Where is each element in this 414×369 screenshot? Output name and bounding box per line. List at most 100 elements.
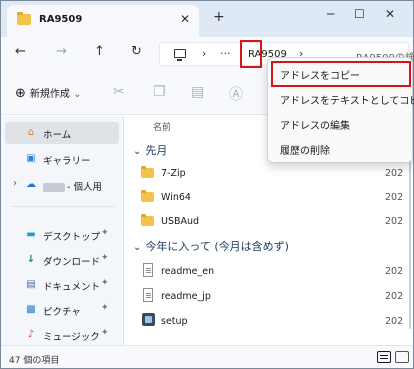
divider bbox=[11, 206, 115, 207]
file-date: 202 bbox=[385, 216, 404, 227]
redacted-name bbox=[43, 183, 65, 192]
cloud-icon: ☁ bbox=[26, 179, 36, 190]
menu-item-delete-history[interactable]: 履歴の削除 bbox=[272, 137, 410, 159]
copy-icon[interactable]: ❐ bbox=[153, 84, 166, 100]
chevron-down-icon: ⌄ bbox=[133, 242, 142, 253]
new-tab-button[interactable]: + bbox=[213, 9, 225, 25]
navigation-pane: ⌂ ホーム ▣ ギャラリー › ☁ - 個人用 ▬ デスクトップ ✦ ↓ ダウン… bbox=[1, 116, 124, 345]
file-date: 202 bbox=[385, 316, 404, 327]
file-name: readme_jp bbox=[161, 291, 211, 302]
cut-icon[interactable]: ✂ bbox=[113, 84, 125, 100]
annotation-highlight-box bbox=[240, 40, 262, 68]
address-context-menu: アドレスをコピー アドレスをテキストとしてコピー アドレスの編集 履歴の削除 bbox=[267, 57, 414, 163]
sidebar-item-label: ギャラリー bbox=[43, 156, 91, 167]
sidebar-item-home[interactable]: ⌂ ホーム bbox=[5, 122, 119, 144]
file-name: USBAud bbox=[161, 216, 200, 227]
folder-icon bbox=[17, 12, 31, 25]
documents-icon: ▤ bbox=[26, 279, 36, 290]
new-label: 新規作成 bbox=[29, 89, 70, 100]
folder-icon bbox=[141, 166, 154, 178]
tab-close-icon[interactable]: ✕ bbox=[180, 12, 190, 26]
sidebar-item-label: ミュージック bbox=[43, 332, 100, 343]
list-item[interactable]: readme_en 202 bbox=[125, 260, 413, 282]
download-icon: ↓ bbox=[26, 254, 36, 265]
sidebar-item-onedrive[interactable]: › ☁ - 個人用 bbox=[5, 174, 119, 196]
desktop-icon: ▬ bbox=[26, 229, 36, 240]
computer-icon bbox=[174, 49, 186, 61]
sidebar-item-label: ダウンロード bbox=[43, 257, 101, 268]
pin-icon: ✦ bbox=[101, 328, 109, 338]
pin-icon: ✦ bbox=[101, 253, 109, 263]
file-name: setup bbox=[161, 316, 188, 327]
group-header-last-month[interactable]: ⌄ 先月 bbox=[133, 142, 167, 158]
back-button[interactable]: ← bbox=[15, 44, 26, 59]
home-icon: ⌂ bbox=[27, 127, 35, 138]
menu-item-label: アドレスをテキストとしてコピー bbox=[280, 96, 414, 107]
file-date: 202 bbox=[385, 168, 404, 179]
sidebar-item-gallery[interactable]: ▣ ギャラリー bbox=[5, 148, 119, 170]
tab-ra9509[interactable]: RA9509 ✕ bbox=[7, 5, 199, 37]
sidebar-item-music[interactable]: ♪ ミュージック ✦ bbox=[5, 324, 119, 346]
refresh-button[interactable]: ↻ bbox=[131, 44, 142, 59]
sidebar-item-label: ピクチャ bbox=[43, 307, 81, 318]
maximize-button[interactable]: ☐ bbox=[354, 7, 365, 21]
folder-icon bbox=[141, 214, 154, 226]
group-header-this-year[interactable]: ⌄ 今年に入って (今月は含めず) bbox=[133, 238, 289, 254]
explorer-window: RA9509 ✕ + ─ ☐ ✕ ← → ↑ ↻ › ··· RA9509 › … bbox=[0, 0, 414, 369]
list-item[interactable]: USBAud 202 bbox=[125, 210, 413, 232]
rename-icon[interactable]: Ⓐ bbox=[229, 84, 243, 104]
sidebar-item-label: デスクトップ bbox=[43, 232, 101, 243]
sidebar-item-pictures[interactable]: ▩ ピクチャ ✦ bbox=[5, 299, 119, 321]
menu-item-label: アドレスをコピー bbox=[280, 71, 360, 82]
sidebar-item-desktop[interactable]: ▬ デスクトップ ✦ bbox=[5, 224, 119, 246]
list-item[interactable]: Win64 202 bbox=[125, 186, 413, 208]
folder-icon bbox=[141, 190, 154, 202]
minimize-button[interactable]: ─ bbox=[327, 7, 334, 21]
sidebar-item-downloads[interactable]: ↓ ダウンロード ✦ bbox=[5, 249, 119, 271]
close-window-button[interactable]: ✕ bbox=[385, 7, 395, 21]
text-file-icon bbox=[143, 263, 153, 277]
menu-item-copy-address-as-text[interactable]: アドレスをテキストとしてコピー bbox=[272, 87, 414, 109]
file-date: 202 bbox=[385, 266, 404, 277]
sidebar-item-label: ドキュメント bbox=[43, 282, 101, 293]
pin-icon: ✦ bbox=[101, 228, 109, 238]
menu-item-copy-address[interactable]: アドレスをコピー bbox=[271, 61, 411, 87]
pin-icon: ✦ bbox=[101, 303, 109, 313]
pictures-icon: ▩ bbox=[26, 304, 36, 315]
file-name: readme_en bbox=[161, 266, 215, 277]
text-file-icon bbox=[143, 288, 153, 302]
list-item[interactable]: readme_jp 202 bbox=[125, 285, 413, 307]
chevron-right-icon[interactable]: › bbox=[13, 178, 17, 189]
file-name: 7-Zip bbox=[161, 168, 186, 179]
column-header-name[interactable]: 名前 bbox=[153, 120, 171, 133]
menu-item-edit-address[interactable]: アドレスの編集 bbox=[272, 112, 410, 134]
file-date: 202 bbox=[385, 192, 404, 203]
title-bar: RA9509 ✕ + ─ ☐ ✕ bbox=[1, 1, 413, 37]
file-name: Win64 bbox=[161, 192, 191, 203]
list-item[interactable]: setup 202 bbox=[125, 310, 413, 332]
pin-icon: ✦ bbox=[101, 278, 109, 288]
more-breadcrumbs-button[interactable]: ··· bbox=[220, 47, 231, 60]
group-label: 先月 bbox=[145, 144, 168, 157]
breadcrumb-separator: › bbox=[202, 47, 207, 60]
tiles-view-button[interactable] bbox=[395, 351, 409, 363]
forward-button[interactable]: → bbox=[56, 44, 67, 59]
group-label: 今年に入って (今月は含めず) bbox=[145, 240, 289, 253]
chevron-down-icon: ⌄ bbox=[133, 146, 142, 157]
tab-title: RA9509 bbox=[39, 14, 83, 25]
status-bar: 47 個の項目 bbox=[1, 345, 413, 368]
item-count: 47 個の項目 bbox=[9, 356, 60, 366]
application-icon bbox=[142, 313, 155, 326]
plus-icon: ⊕ bbox=[15, 86, 26, 101]
up-button[interactable]: ↑ bbox=[94, 44, 105, 59]
paste-icon[interactable]: ▤ bbox=[191, 84, 204, 100]
new-button[interactable]: ⊕ 新規作成 ⌄ bbox=[15, 85, 81, 101]
sidebar-item-documents[interactable]: ▤ ドキュメント ✦ bbox=[5, 274, 119, 296]
gallery-icon: ▣ bbox=[26, 153, 36, 164]
list-item[interactable]: 7-Zip 202 bbox=[125, 162, 413, 184]
chevron-down-icon: ⌄ bbox=[73, 89, 82, 100]
menu-item-label: アドレスの編集 bbox=[280, 121, 350, 132]
details-view-button[interactable] bbox=[377, 351, 391, 363]
sidebar-item-label: - 個人用 bbox=[67, 182, 102, 193]
file-date: 202 bbox=[385, 291, 404, 302]
